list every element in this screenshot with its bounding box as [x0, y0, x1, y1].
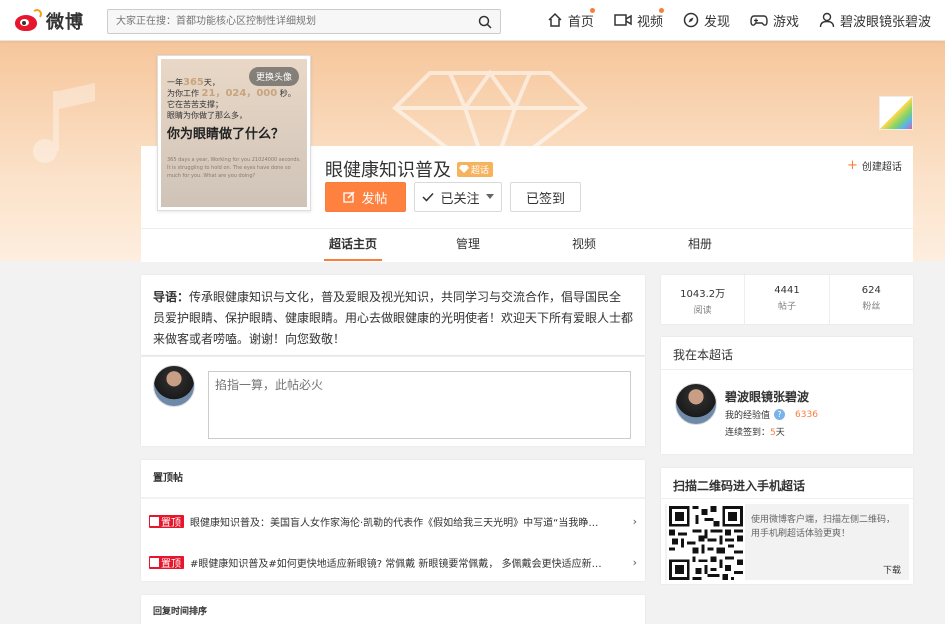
nav-discover[interactable]: 发现 [683, 11, 730, 30]
my-status-panel: 我在本超话 碧波眼镜张碧波 我的经验值 ? 6336 连续签到：5天 [661, 337, 913, 454]
check-icon [422, 192, 435, 202]
search-box [107, 9, 501, 34]
divider [661, 369, 913, 370]
divider [141, 497, 645, 499]
pinned-tag: 置顶 [149, 555, 184, 570]
pinned-tag: 置顶 [149, 514, 184, 529]
topic-avatar[interactable]: 一年365天， 为你工作 21，024，000 秒。 它在苦苦支撑； 眼睛为你做… [157, 55, 311, 211]
sticker-corner[interactable] [879, 96, 913, 130]
nav-video[interactable]: 视频 [614, 7, 664, 30]
qr-description: 使用微博客户端，扫描左侧二维码，用手机刷超话体验更爽！ [751, 515, 896, 539]
weibo-logo[interactable]: 微博 [12, 8, 84, 34]
exp-row: 我的经验值 ? 6336 [725, 409, 818, 421]
create-super-topic-link[interactable]: + 创建超话 [847, 158, 902, 173]
chevron-right-icon: › [632, 555, 637, 569]
chevron-right-icon: › [632, 514, 637, 528]
create-super-topic-label: 创建超话 [861, 162, 902, 173]
signin-button[interactable]: 已签到 [510, 182, 581, 212]
sign-row: 连续签到：5天 [725, 428, 785, 438]
stat-reads: 1043.2万 阅读 [661, 275, 746, 324]
stat-posts: 4441 帖子 [745, 275, 830, 324]
home-icon [548, 12, 562, 27]
avatar[interactable] [153, 365, 195, 407]
pin-icon [150, 516, 159, 526]
stats-panel: 1043.2万 阅读 4441 帖子 624 粉丝 [661, 275, 913, 324]
reply-sort-title[interactable]: 回复时间排序 [153, 604, 207, 617]
intro-text: 传承眼健康知识与文化，普及爱眼及视光知识，共同学习与交流合作，倡导国民全员爱护眼… [153, 290, 634, 346]
follow-button[interactable]: 已关注 [414, 182, 502, 212]
top-nav: 首页 视频 发现 游戏 碧波眼镜张碧波 [547, 0, 931, 40]
music-note-decoration [33, 83, 95, 163]
post-button-label: 发帖 [361, 191, 388, 207]
notify-dot [589, 7, 595, 13]
nav-games[interactable]: 游戏 [750, 11, 799, 30]
pin-icon [150, 557, 159, 567]
nav-user[interactable]: 碧波眼镜张碧波 [819, 11, 931, 30]
edit-icon [343, 191, 356, 203]
qr-code-icon [667, 504, 745, 582]
help-icon[interactable]: ? [774, 409, 786, 420]
diamond-icon [459, 165, 469, 173]
my-status-title: 我在本超话 [673, 348, 734, 362]
avatar-line-4: 眼睛为你做了那么多， [167, 111, 247, 120]
avatar[interactable] [675, 383, 717, 425]
avatar-headline: 你为眼睛做了什么？ [167, 127, 285, 142]
change-avatar-button[interactable]: 更换头像 [248, 67, 299, 86]
pinned-panel: 置顶帖 置顶 眼健康知识普及：美国盲人女作家海伦·凯勒的代表作《假如给我三天光明… [141, 460, 645, 581]
topic-title-text: 眼健康知识普及 [325, 160, 451, 181]
topic-tabs: 超话主页 管理 视频 相册 [141, 228, 913, 261]
qr-title: 扫描二维码进入手机超话 [673, 479, 806, 493]
my-name[interactable]: 碧波眼镜张碧波 [725, 388, 809, 405]
pinned-row[interactable]: 置顶 #眼健康知识普及#如何更快地适应新眼镜? 常佩戴 新眼镜要常佩戴， 多佩戴… [149, 551, 637, 573]
compose-panel [141, 356, 645, 446]
stat-fans: 624 粉丝 [861, 285, 881, 312]
qr-panel: 扫描二维码进入手机超话 使用微博客户端，扫描左侧二维码，用手机刷超话体验更爽！ … [661, 468, 913, 584]
follow-button-label: 已关注 [440, 191, 480, 207]
logo-text: 微博 [46, 12, 84, 33]
nav-home-label: 首页 [567, 14, 594, 30]
nav-user-label: 碧波眼镜张碧波 [839, 14, 931, 30]
search-input[interactable] [108, 10, 448, 33]
nav-video-label: 视频 [636, 14, 663, 30]
intro-prefix: 导语： [153, 290, 190, 304]
divider [661, 498, 913, 499]
compose-input[interactable] [208, 371, 631, 439]
plus-icon: + [847, 158, 858, 173]
nav-home[interactable]: 首页 [547, 7, 595, 30]
gamepad-icon [750, 15, 768, 26]
notify-dot [658, 7, 664, 13]
tab-home[interactable]: 超话主页 [324, 229, 382, 261]
super-topic-badge-text: 超话 [471, 165, 490, 176]
video-icon [614, 14, 632, 26]
super-topic-badge: 超话 [457, 161, 494, 177]
intro-panel: 导语：传承眼健康知识与文化，普及爱眼及视光知识，共同学习与交流合作，倡导国民全员… [141, 275, 645, 355]
post-button[interactable]: 发帖 [325, 182, 406, 212]
user-icon [819, 12, 835, 28]
tab-video[interactable]: 视频 [561, 229, 607, 261]
nav-discover-label: 发现 [703, 14, 730, 30]
reply-sort-panel: 回复时间排序 [141, 595, 645, 624]
avatar-line-2: 为你工作 21，024，000 秒。 [167, 88, 296, 99]
caret-down-icon [485, 194, 494, 199]
pinned-title: 置顶帖 [153, 473, 183, 484]
compass-icon [683, 12, 699, 28]
top-bar: 微博 首页 视频 发现 游戏 碧波眼镜张碧波 [0, 0, 945, 41]
search-icon[interactable] [478, 15, 492, 29]
nav-games-label: 游戏 [772, 14, 799, 30]
pinned-row[interactable]: 置顶 眼健康知识普及：美国盲人女作家海伦·凯勒的代表作《假如给我三天光明》中写道… [149, 510, 637, 532]
pinned-row-text: #眼健康知识普及#如何更快地适应新眼镜? 常佩戴 新眼镜要常佩戴， 多佩戴会更快… [190, 558, 602, 570]
pinned-row-text: 眼健康知识普及：美国盲人女作家海伦·凯勒的代表作《假如给我三天光明》中写道“当我… [190, 517, 599, 529]
download-link[interactable]: 下载 [883, 563, 901, 576]
topic-title: 眼健康知识普及 超话 [325, 156, 494, 182]
avatar-english: 365 days a year, Working for you 2102400… [167, 157, 301, 179]
qr-box: 使用微博客户端，扫描左侧二维码，用手机刷超话体验更爽！ 下载 [665, 504, 909, 582]
exp-value: 6336 [795, 409, 818, 420]
avatar-line-3: 它在苦苦支撑； [167, 100, 223, 109]
weibo-eye-icon [12, 9, 42, 33]
tab-manage[interactable]: 管理 [445, 229, 491, 261]
tab-album[interactable]: 相册 [677, 229, 723, 261]
